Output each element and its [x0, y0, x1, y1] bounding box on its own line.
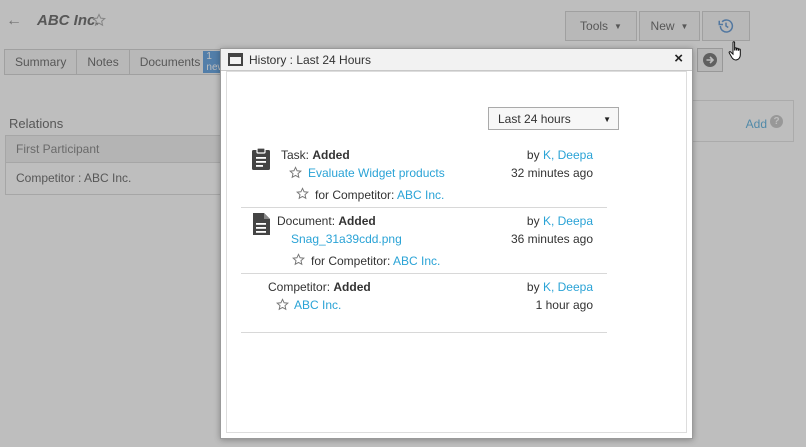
caret-down-icon: ▼	[603, 115, 611, 124]
entry-type: Task:	[281, 148, 310, 162]
dialog-body: Last 24 hours ▼ Task: Added Evaluate Wid…	[226, 71, 687, 433]
entry-action: Added	[333, 280, 371, 294]
dialog-title: History : Last 24 Hours	[249, 53, 372, 67]
author-link[interactable]: K, Deepa	[543, 214, 593, 228]
by-label: by	[526, 214, 540, 228]
document-icon	[253, 213, 270, 235]
author-link[interactable]: K, Deepa	[543, 280, 593, 294]
entry-action: Added	[338, 214, 376, 228]
entry-item-link[interactable]: Evaluate Widget products	[308, 166, 445, 180]
favorite-star-icon[interactable]	[292, 253, 305, 266]
window-icon	[228, 53, 243, 66]
author-link[interactable]: K, Deepa	[543, 148, 593, 162]
history-entry: Task: Added Evaluate Widget products for…	[241, 141, 607, 208]
by-label: by	[526, 148, 540, 162]
favorite-star-icon[interactable]	[289, 166, 302, 179]
task-clipboard-icon	[252, 147, 270, 170]
time-range-value: Last 24 hours	[498, 111, 571, 126]
entry-time: 36 minutes ago	[510, 232, 593, 246]
entry-time: 32 minutes ago	[510, 166, 593, 180]
entry-action: Added	[312, 148, 350, 162]
for-label: for Competitor:	[315, 188, 395, 202]
hand-cursor-icon	[728, 41, 741, 61]
dialog-titlebar[interactable]: History : Last 24 Hours ×	[221, 49, 692, 71]
entry-type: Competitor:	[268, 280, 331, 294]
time-range-select[interactable]: Last 24 hours ▼	[488, 107, 619, 130]
related-record-link[interactable]: ABC Inc.	[397, 188, 444, 202]
history-entry: Document: Added Snag_31a39cdd.png for Co…	[241, 207, 607, 274]
entry-time: 1 hour ago	[535, 298, 593, 312]
history-entry: Competitor: Added ABC Inc. by K, Deepa 1…	[241, 273, 607, 333]
entry-type: Document:	[277, 214, 336, 228]
favorite-star-icon[interactable]	[276, 298, 289, 311]
for-label: for Competitor:	[311, 254, 391, 268]
entry-item-link[interactable]: Snag_31a39cdd.png	[291, 232, 402, 246]
history-dialog: History : Last 24 Hours × Last 24 hours …	[220, 48, 693, 439]
entry-item-link[interactable]: ABC Inc.	[294, 298, 341, 312]
related-record-link[interactable]: ABC Inc.	[393, 254, 440, 268]
close-button[interactable]: ×	[674, 50, 683, 67]
favorite-star-icon[interactable]	[296, 187, 309, 200]
by-label: by	[526, 280, 540, 294]
